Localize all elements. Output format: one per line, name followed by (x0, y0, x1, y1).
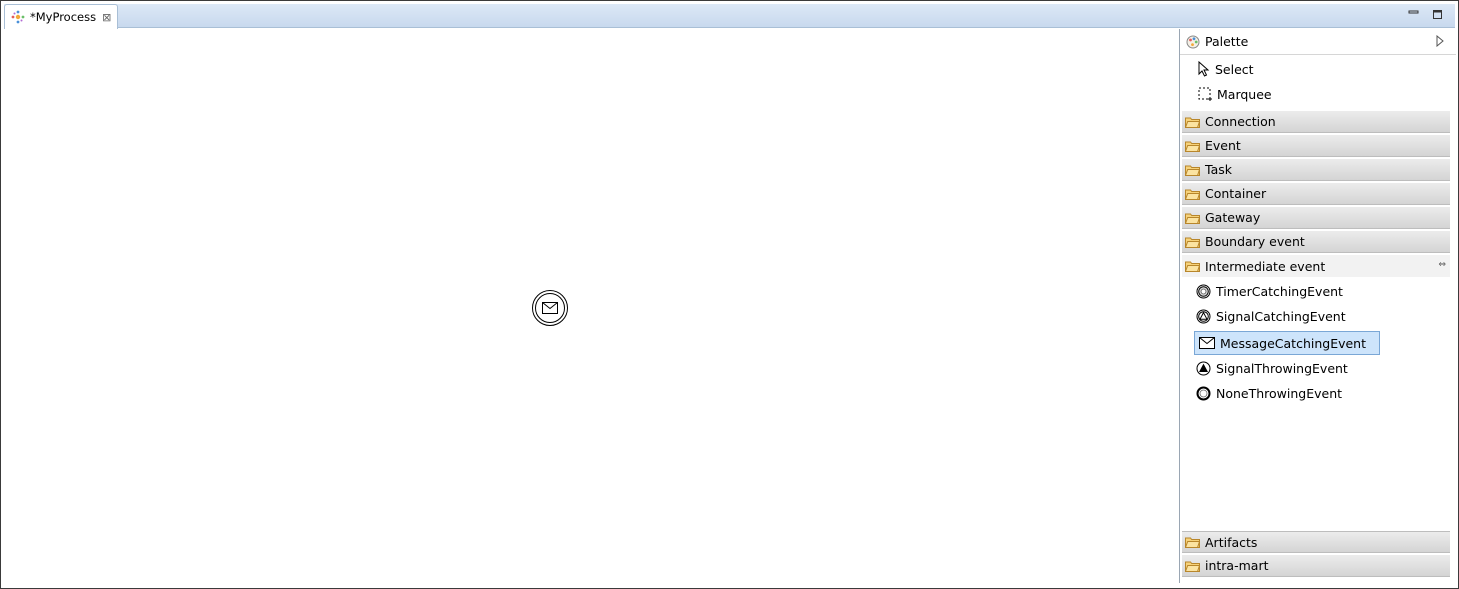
folder-icon (1185, 141, 1200, 152)
entry-signal-throwing-event[interactable]: SignalThrowingEvent (1196, 357, 1348, 379)
tool-select[interactable]: Select (1198, 58, 1254, 80)
palette-title: Palette (1205, 34, 1249, 49)
palette-header[interactable]: Palette (1180, 29, 1456, 55)
signal-event-icon (1196, 309, 1211, 323)
drawer-task[interactable]: Task (1182, 159, 1450, 181)
collapse-arrow-icon[interactable] (1436, 34, 1444, 50)
editor-tab-bar: *MyProcess ⊠ (4, 4, 1455, 29)
tool-label: Select (1215, 61, 1254, 77)
entry-message-catching-event[interactable]: MessageCatchingEvent (1194, 331, 1380, 355)
message-catching-event-node[interactable] (532, 290, 568, 326)
entry-label: SignalThrowingEvent (1216, 360, 1348, 376)
minimize-icon[interactable] (1408, 8, 1420, 21)
folder-icon (1185, 237, 1200, 248)
drawer-connection[interactable]: Connection (1182, 111, 1450, 133)
timer-event-icon (1196, 284, 1211, 298)
diagram-canvas[interactable] (4, 29, 1178, 583)
folder-icon (1185, 117, 1200, 128)
signal-throw-event-icon (1196, 361, 1211, 375)
event-inner-ring (535, 293, 565, 323)
drawer-label: Container (1205, 186, 1267, 201)
entry-none-throwing-event[interactable]: NoneThrowingEvent (1196, 382, 1342, 404)
maximize-icon[interactable] (1432, 8, 1444, 23)
folder-icon (1185, 561, 1200, 572)
drawer-label: Event (1205, 138, 1241, 153)
tab-label: *MyProcess (30, 10, 97, 24)
palette: Palette Select Marquee Connection Event … (1179, 29, 1456, 583)
drawer-label: Boundary event (1205, 234, 1305, 249)
marquee-icon (1198, 87, 1212, 101)
entry-label: MessageCatchingEvent (1220, 335, 1367, 351)
entry-signal-catching-event[interactable]: SignalCatchingEvent (1196, 305, 1346, 327)
drawer-label: Gateway (1205, 210, 1261, 225)
entry-timer-catching-event[interactable]: TimerCatchingEvent (1196, 280, 1343, 302)
envelope-icon (542, 302, 558, 314)
folder-icon (1185, 189, 1200, 200)
tab-myprocess[interactable]: *MyProcess ⊠ (4, 4, 118, 29)
drawer-label: Intermediate event (1205, 258, 1326, 274)
folder-icon (1185, 213, 1200, 224)
tool-marquee[interactable]: Marquee (1198, 83, 1272, 105)
entry-label: NoneThrowingEvent (1216, 385, 1343, 401)
drawer-label: Connection (1205, 114, 1276, 129)
drawer-gateway[interactable]: Gateway (1182, 207, 1450, 229)
drawer-label: Artifacts (1205, 534, 1258, 550)
drawer-container[interactable]: Container (1182, 183, 1450, 205)
folder-icon (1185, 165, 1200, 176)
drawer-artifacts[interactable]: Artifacts (1182, 531, 1450, 553)
drawer-boundary-event[interactable]: Boundary event (1182, 231, 1450, 253)
editor-window: *MyProcess ⊠ Palette Select Marquee Conn… (0, 0, 1459, 589)
message-event-icon (1199, 337, 1215, 349)
none-throw-event-icon (1196, 386, 1211, 400)
entry-label: SignalCatchingEvent (1216, 308, 1346, 324)
arrow-pointer-icon (1198, 61, 1210, 77)
close-icon[interactable]: ⊠ (102, 11, 111, 24)
drawer-label: intra-mart (1205, 558, 1269, 573)
drawer-label: Task (1205, 162, 1232, 177)
process-icon (11, 10, 25, 24)
tool-label: Marquee (1217, 86, 1272, 102)
drawer-intra-mart[interactable]: intra-mart (1182, 555, 1450, 577)
pin-icon[interactable]: ⇔ (1438, 260, 1446, 270)
entry-label: TimerCatchingEvent (1216, 283, 1343, 299)
open-folder-icon (1185, 261, 1200, 272)
palette-icon (1186, 35, 1200, 48)
folder-icon (1185, 537, 1200, 548)
drawer-event[interactable]: Event (1182, 135, 1450, 157)
drawer-intermediate-event[interactable]: Intermediate event ⇔ (1182, 255, 1450, 277)
